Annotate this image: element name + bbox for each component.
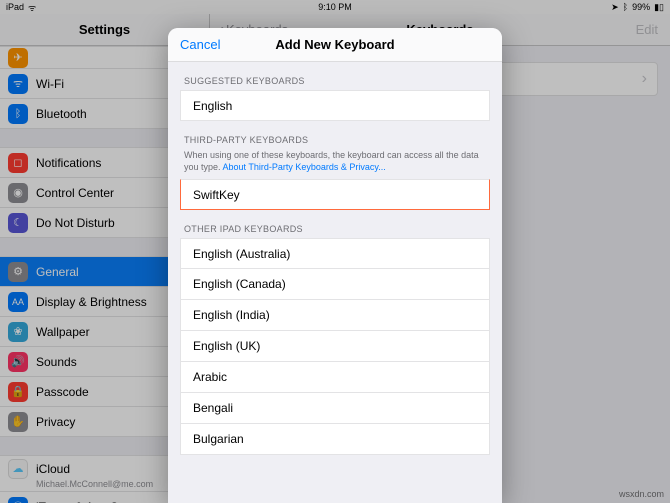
keyboard-option[interactable]: English xyxy=(180,90,490,121)
section-header-suggested: SUGGESTED KEYBOARDS xyxy=(184,76,486,86)
section-header-thirdparty: THIRD-PARTY KEYBOARDS xyxy=(184,135,486,145)
keyboard-option[interactable]: English (Australia) xyxy=(180,238,490,269)
add-keyboard-sheet: Cancel Add New Keyboard SUGGESTED KEYBOA… xyxy=(168,28,502,503)
keyboard-option[interactable]: English (India) xyxy=(180,300,490,331)
watermark: wsxdn.com xyxy=(619,489,664,499)
sheet-body[interactable]: SUGGESTED KEYBOARDS English THIRD-PARTY … xyxy=(168,62,502,503)
thirdparty-note: When using one of these keyboards, the k… xyxy=(184,149,486,173)
cancel-button[interactable]: Cancel xyxy=(180,37,220,52)
keyboard-option-swiftkey[interactable]: SwiftKey xyxy=(180,179,490,210)
privacy-link[interactable]: About Third-Party Keyboards & Privacy... xyxy=(223,162,386,172)
keyboard-option[interactable]: English (Canada) xyxy=(180,269,490,300)
section-header-other: OTHER IPAD KEYBOARDS xyxy=(184,224,486,234)
keyboard-option[interactable]: Arabic xyxy=(180,362,490,393)
keyboard-option[interactable]: English (UK) xyxy=(180,331,490,362)
sheet-nav: Cancel Add New Keyboard xyxy=(168,28,502,62)
keyboard-option[interactable]: Bengali xyxy=(180,393,490,424)
keyboard-option[interactable]: Bulgarian xyxy=(180,424,490,455)
sheet-title: Add New Keyboard xyxy=(275,37,394,52)
